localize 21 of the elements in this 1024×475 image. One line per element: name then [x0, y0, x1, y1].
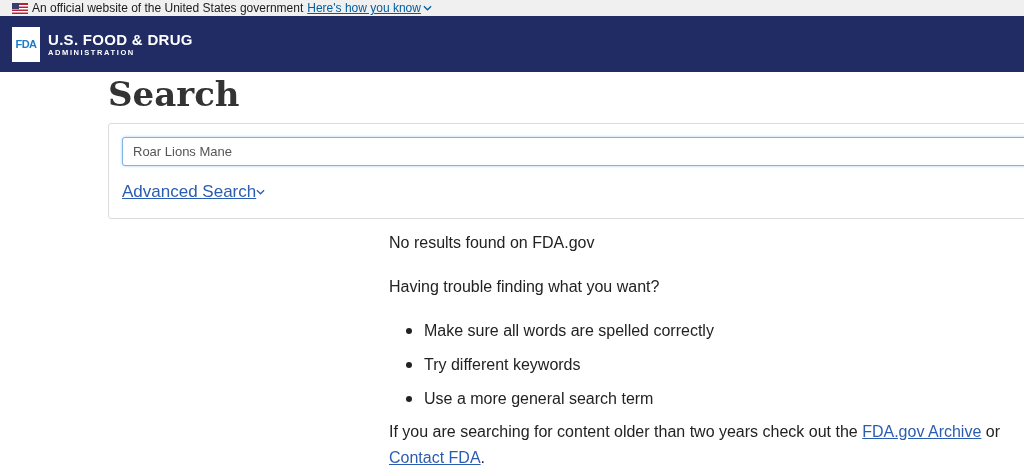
- advanced-search-link[interactable]: Advanced Search: [122, 182, 266, 202]
- page-title: Search: [107, 73, 241, 116]
- tip-item: Use a more general search term: [424, 389, 654, 409]
- bullet-icon: [406, 362, 412, 368]
- contact-link[interactable]: Contact FDA: [389, 449, 481, 466]
- help-heading: Having trouble finding what you want?: [389, 277, 661, 297]
- bullet-icon: [406, 396, 412, 402]
- banner-link[interactable]: Here's how you know: [307, 1, 432, 15]
- tip-item: Try different keywords: [424, 355, 581, 375]
- logo[interactable]: FDA: [12, 26, 40, 62]
- bullet-icon: [406, 328, 412, 334]
- no-results-message: No results found on FDA.gov: [389, 233, 596, 253]
- flag-icon: [12, 2, 28, 14]
- tip-item: Make sure all words are spelled correctly: [424, 321, 714, 341]
- search-field[interactable]: Roar Lions Mane: [122, 137, 1024, 166]
- banner-text: An official website of the United States government: [32, 1, 304, 15]
- agency-name: U.S. FOOD & DRUG: [48, 31, 193, 48]
- archive-note: If you are searching for content older than two years check out the FDA.gov Archive or Contact FDA.: [389, 422, 1001, 468]
- archive-link[interactable]: FDA.gov Archive: [862, 423, 982, 440]
- chevron-icon: [422, 5, 432, 11]
- chevron-icon: [256, 189, 266, 195]
